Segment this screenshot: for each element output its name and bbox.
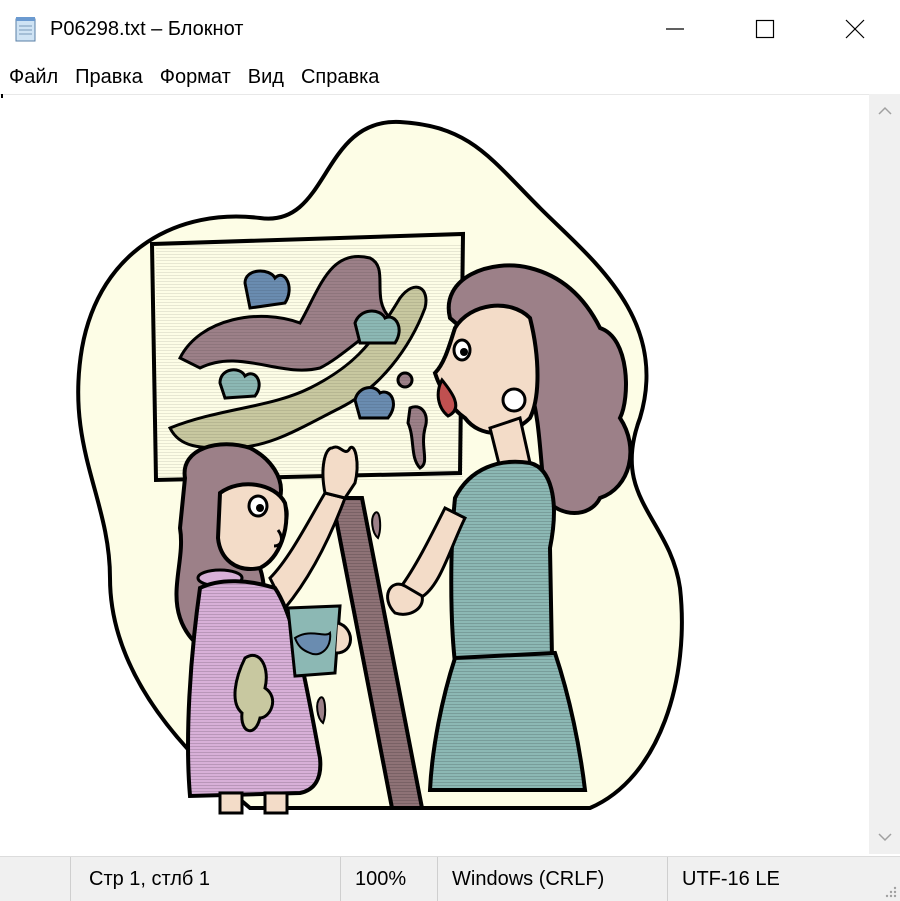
maximize-icon xyxy=(755,19,775,39)
maximize-button[interactable] xyxy=(720,0,810,58)
status-cursor-position: Стр 1, стлб 1 xyxy=(70,857,340,901)
menu-bar: Файл Правка Формат Вид Справка xyxy=(0,62,900,92)
scroll-up-button[interactable] xyxy=(869,96,900,126)
status-encoding: UTF-16 LE xyxy=(667,857,900,901)
resize-grip-icon[interactable] xyxy=(883,884,897,898)
close-icon xyxy=(845,19,865,39)
window-title: P06298.txt – Блокнот xyxy=(50,18,244,40)
chevron-down-icon xyxy=(877,833,892,842)
menu-format[interactable]: Формат xyxy=(151,62,239,92)
close-button[interactable] xyxy=(810,0,900,58)
notepad-icon[interactable] xyxy=(14,16,38,42)
minimize-button[interactable] xyxy=(630,0,720,58)
menu-view[interactable]: Вид xyxy=(239,62,292,92)
menu-edit[interactable]: Правка xyxy=(66,62,151,92)
status-zoom: 100% xyxy=(340,857,437,901)
clipart-illustration xyxy=(76,119,684,815)
menu-file[interactable]: Файл xyxy=(0,62,66,92)
minimize-icon xyxy=(666,28,684,30)
vertical-scrollbar[interactable] xyxy=(869,94,900,854)
menu-help[interactable]: Справка xyxy=(292,62,387,92)
scroll-down-button[interactable] xyxy=(869,822,900,852)
text-caret xyxy=(1,94,3,98)
title-bar: P06298.txt – Блокнот xyxy=(0,0,900,58)
status-line-endings: Windows (CRLF) xyxy=(437,857,667,901)
chevron-up-icon xyxy=(877,106,892,115)
status-bar: Стр 1, стлб 1 100% Windows (CRLF) UTF-16… xyxy=(0,856,900,901)
